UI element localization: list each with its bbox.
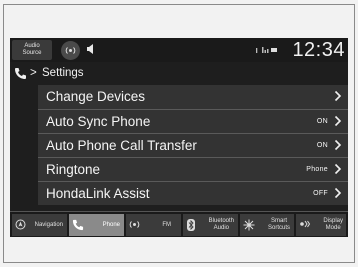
menu-item-label: HondaLink Assist: [46, 186, 150, 201]
nav-label-line1: Display: [323, 218, 343, 224]
nav-bluetooth-audio-button[interactable]: Bluetooth Audio: [183, 214, 238, 236]
menu-item-value: ON: [316, 142, 328, 149]
nav-smart-shortcuts-button[interactable]: Smart Sortcuts: [240, 214, 294, 236]
display-mode-icon: [300, 220, 311, 228]
audio-source-label-line2: Source: [22, 50, 42, 56]
nav-label-line2: Sortcuts: [267, 225, 290, 231]
nav-label: Navigation: [34, 221, 63, 228]
menu-item-label: Ringtone: [46, 162, 101, 177]
chevron-right-icon: [334, 115, 342, 127]
chevron-right-icon: [334, 139, 342, 151]
menu-item-hondalink-assist[interactable]: HondaLink Assist OFF: [38, 181, 348, 205]
menu-item-label: Change Devices: [46, 89, 146, 104]
nav-label: FM: [162, 221, 171, 228]
nav-label-line1: Bluetooth: [208, 218, 234, 224]
nav-label-line2: Mode: [325, 225, 341, 231]
bluetooth-icon: [187, 219, 195, 231]
nav-phone-button[interactable]: Phone: [69, 214, 124, 236]
chevron-right-icon: [334, 187, 342, 199]
chevron-right-icon: [334, 90, 342, 102]
menu-item-value: Phone: [306, 166, 328, 173]
nav-label: Phone: [102, 221, 120, 228]
menu-item-auto-phone-call-transfer[interactable]: Auto Phone Call Transfer ON: [38, 133, 348, 157]
menu-item-label: Auto Phone Call Transfer: [46, 138, 197, 153]
navigation-icon: [15, 219, 26, 230]
phone-icon: [72, 219, 84, 231]
nav-label: Bluetooth Audio: [209, 214, 234, 236]
nav-label-line1: Smart: [270, 218, 287, 224]
settings-menu: Change Devices Auto Sync Phone ON Auto P…: [10, 85, 348, 205]
nav-navigation-button[interactable]: Navigation: [12, 214, 67, 236]
phone-signal-battery-icon: [256, 47, 277, 53]
breadcrumb: > Settings: [10, 63, 348, 84]
breadcrumb-separator: >: [30, 67, 37, 79]
nav-label-line2: Audio: [213, 225, 229, 231]
audio-source-button[interactable]: Audio Source: [12, 40, 52, 60]
menu-item-label: Auto Sync Phone: [46, 114, 151, 129]
menu-item-auto-sync-phone[interactable]: Auto Sync Phone ON: [38, 109, 348, 133]
phone-icon: [15, 68, 26, 79]
chevron-right-icon: [334, 163, 342, 175]
nav-label: Smart Sortcuts: [268, 214, 290, 236]
smart-shortcuts-icon: [243, 219, 255, 231]
audio-source-label-line1: Audio: [24, 43, 40, 49]
menu-item-ringtone[interactable]: Ringtone Phone: [38, 157, 348, 181]
infotainment-screen: Audio Source 12:34 > Settings Change Dev…: [10, 38, 348, 237]
media-source-button[interactable]: [61, 41, 80, 60]
page-title: Settings: [42, 67, 84, 79]
volume-icon: [87, 44, 93, 54]
bottom-nav-bar: Navigation Phone FM Bluetooth Audio Smar…: [10, 211, 348, 237]
radio-icon: [129, 221, 140, 228]
clock: 12:34: [292, 39, 345, 61]
radio-waves-icon: [65, 47, 76, 54]
nav-fm-button[interactable]: FM: [126, 214, 181, 236]
nav-display-mode-button[interactable]: Display Mode: [296, 214, 346, 236]
nav-label: Display Mode: [323, 214, 343, 236]
status-bar: Audio Source 12:34: [10, 38, 348, 62]
menu-item-value: OFF: [313, 190, 328, 197]
menu-item-value: ON: [316, 118, 328, 125]
menu-item-change-devices[interactable]: Change Devices: [38, 85, 348, 109]
